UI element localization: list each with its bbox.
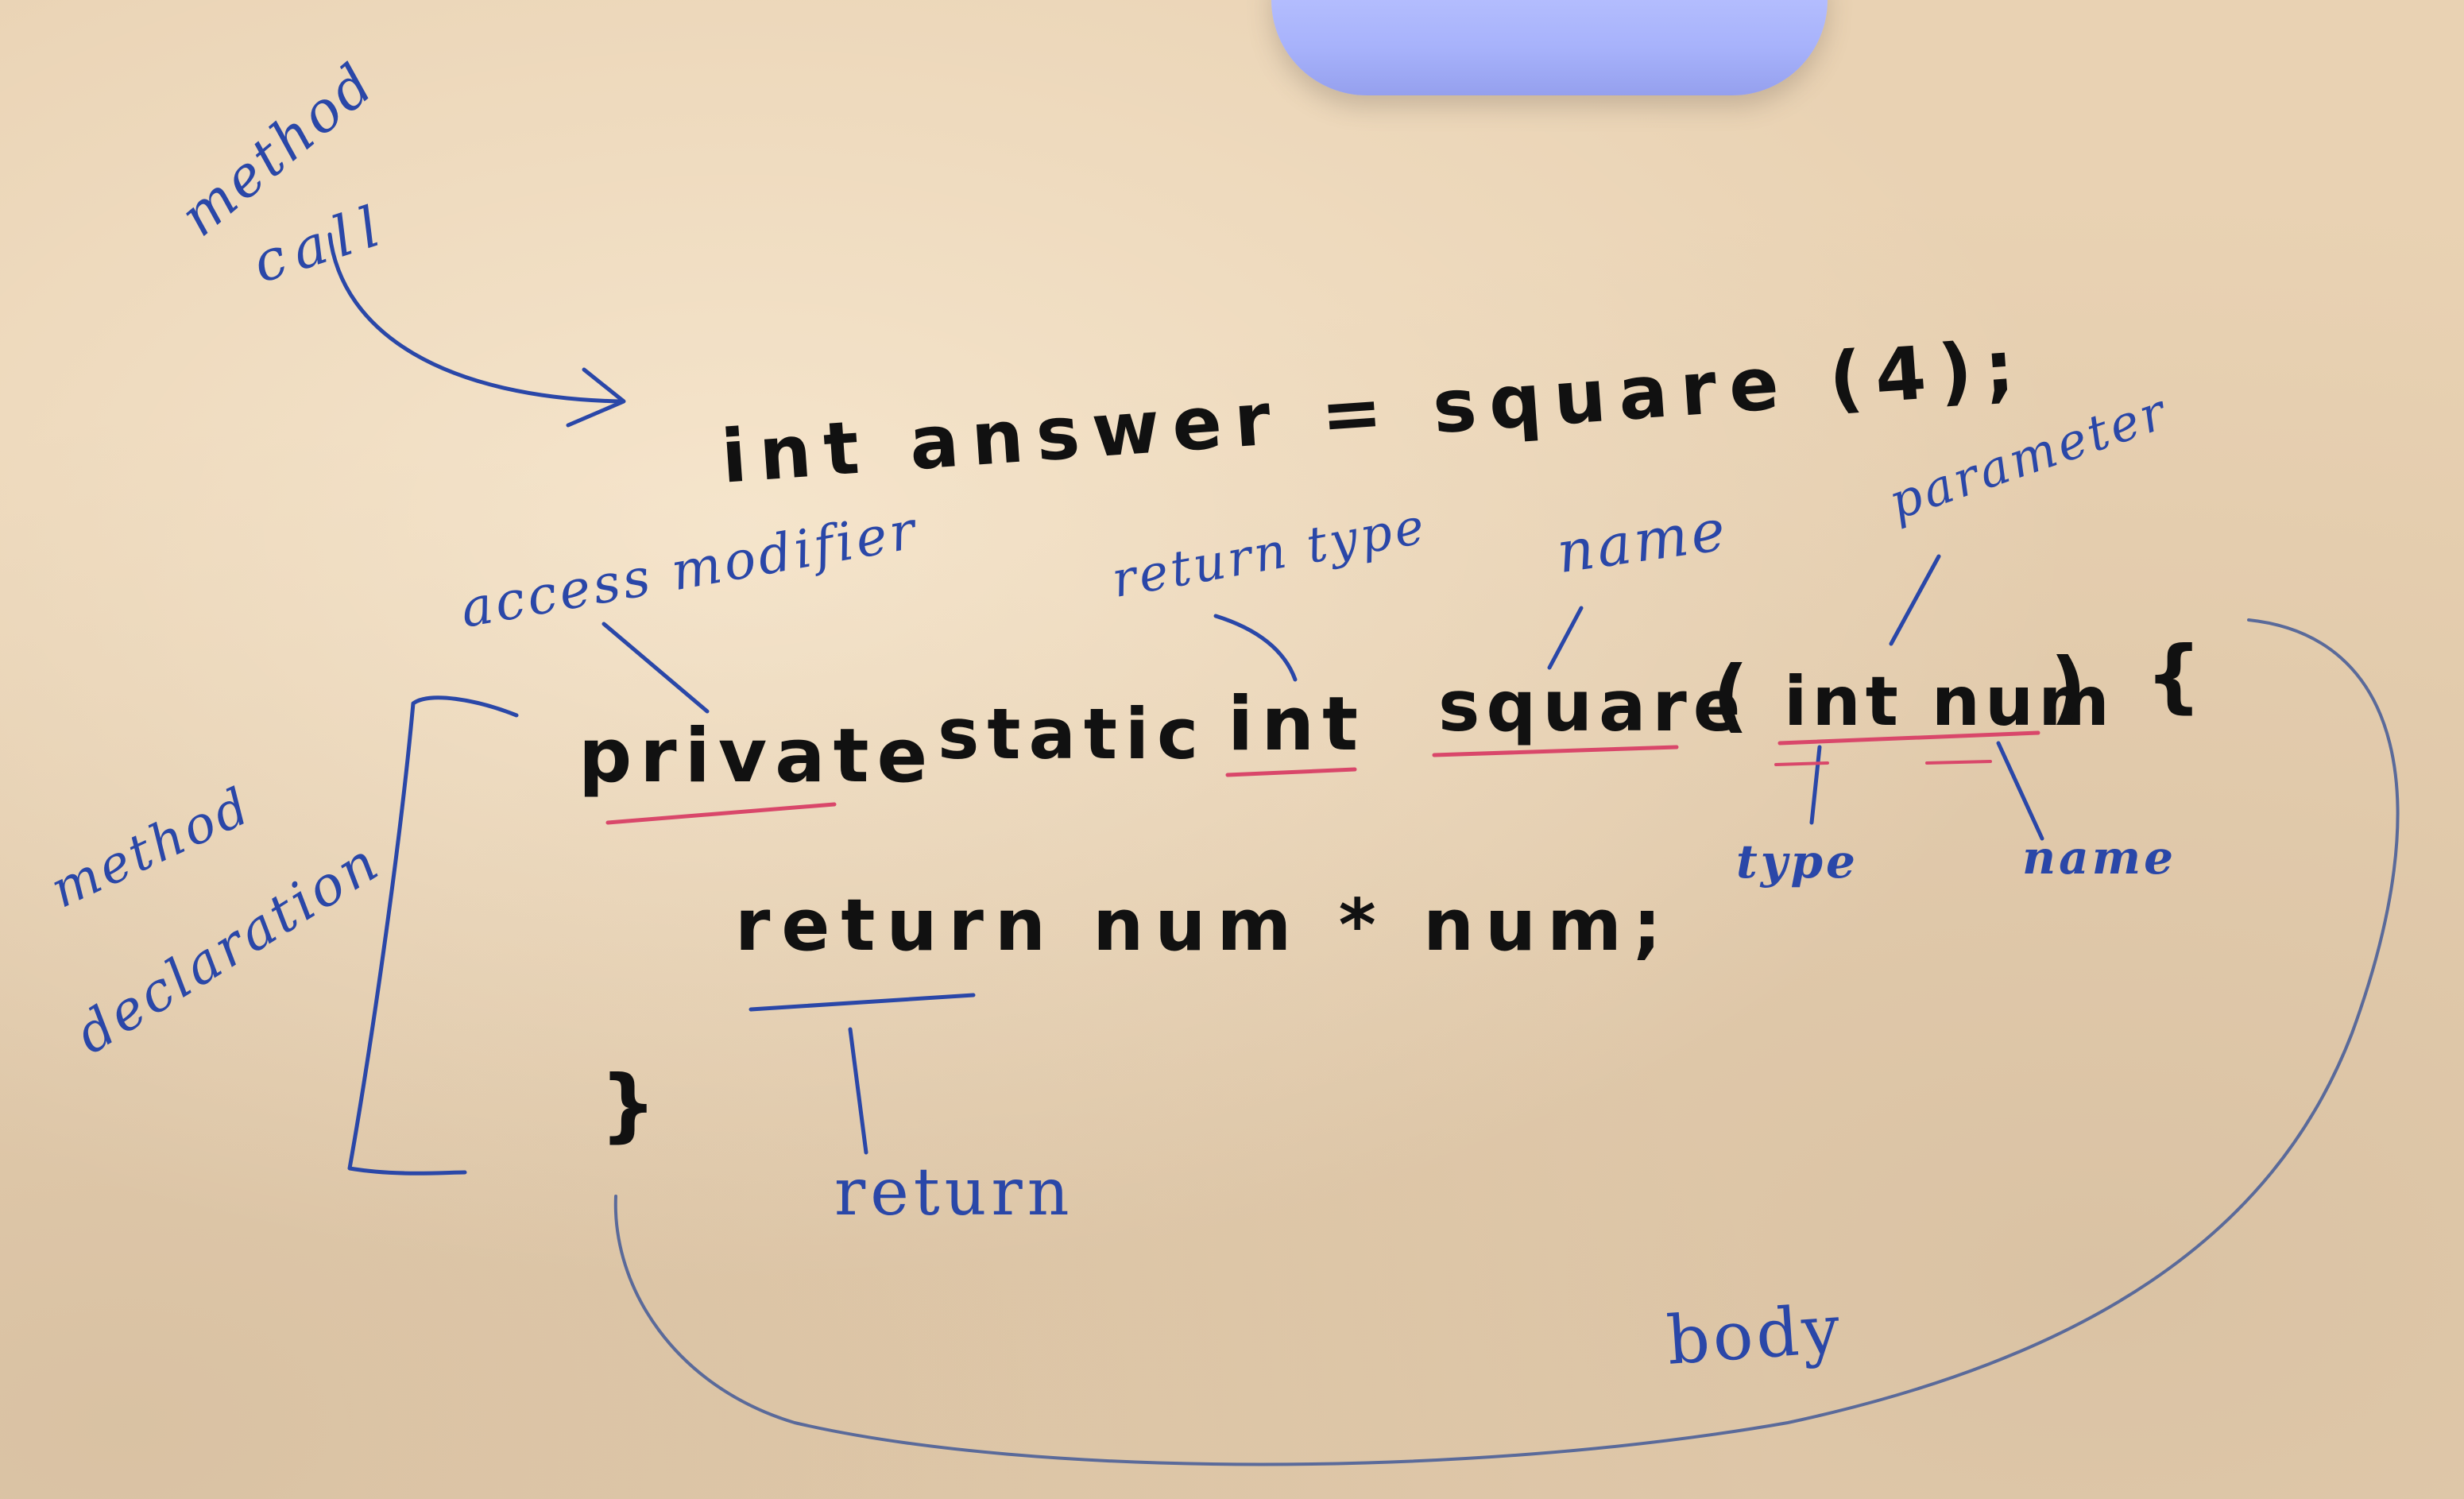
return-type-pointer	[1213, 614, 1298, 682]
code-keyword-static: static	[938, 693, 1207, 775]
annotation-body: body	[1664, 1289, 1846, 1380]
code-brace-open: {	[2145, 629, 2214, 722]
code-keyword-private: private	[578, 713, 936, 800]
underline-param-bottom-right	[1925, 760, 1992, 765]
code-body-line: return num * num;	[735, 884, 1673, 967]
return-line	[748, 993, 976, 1012]
code-paren-close: )	[2050, 641, 2098, 734]
param-type-pointer	[1809, 745, 1822, 825]
code-paren-open: (	[1712, 649, 1760, 742]
code-brace-close: }	[600, 1058, 668, 1151]
method-declaration-bracket	[347, 695, 519, 1176]
underline-param-bottom-left	[1774, 761, 1829, 766]
annotation-param-type: type	[1736, 835, 1859, 889]
annotation-param-name: name	[2022, 831, 2177, 885]
code-method-name-square: square	[1438, 665, 1747, 747]
name-pointer	[1547, 606, 1584, 670]
underline-int	[1225, 767, 1357, 777]
underline-square	[1432, 745, 1679, 757]
param-name-pointer	[1996, 741, 2044, 841]
underline-private	[605, 802, 837, 825]
return-pointer	[848, 1027, 868, 1155]
parameter-pointer	[1889, 554, 1941, 646]
code-return-type-int: int	[1228, 681, 1367, 768]
access-modifier-pointer	[601, 622, 710, 714]
annotation-return: return	[834, 1155, 1074, 1230]
whiteboard: method call access modifier return type …	[0, 0, 2464, 1499]
